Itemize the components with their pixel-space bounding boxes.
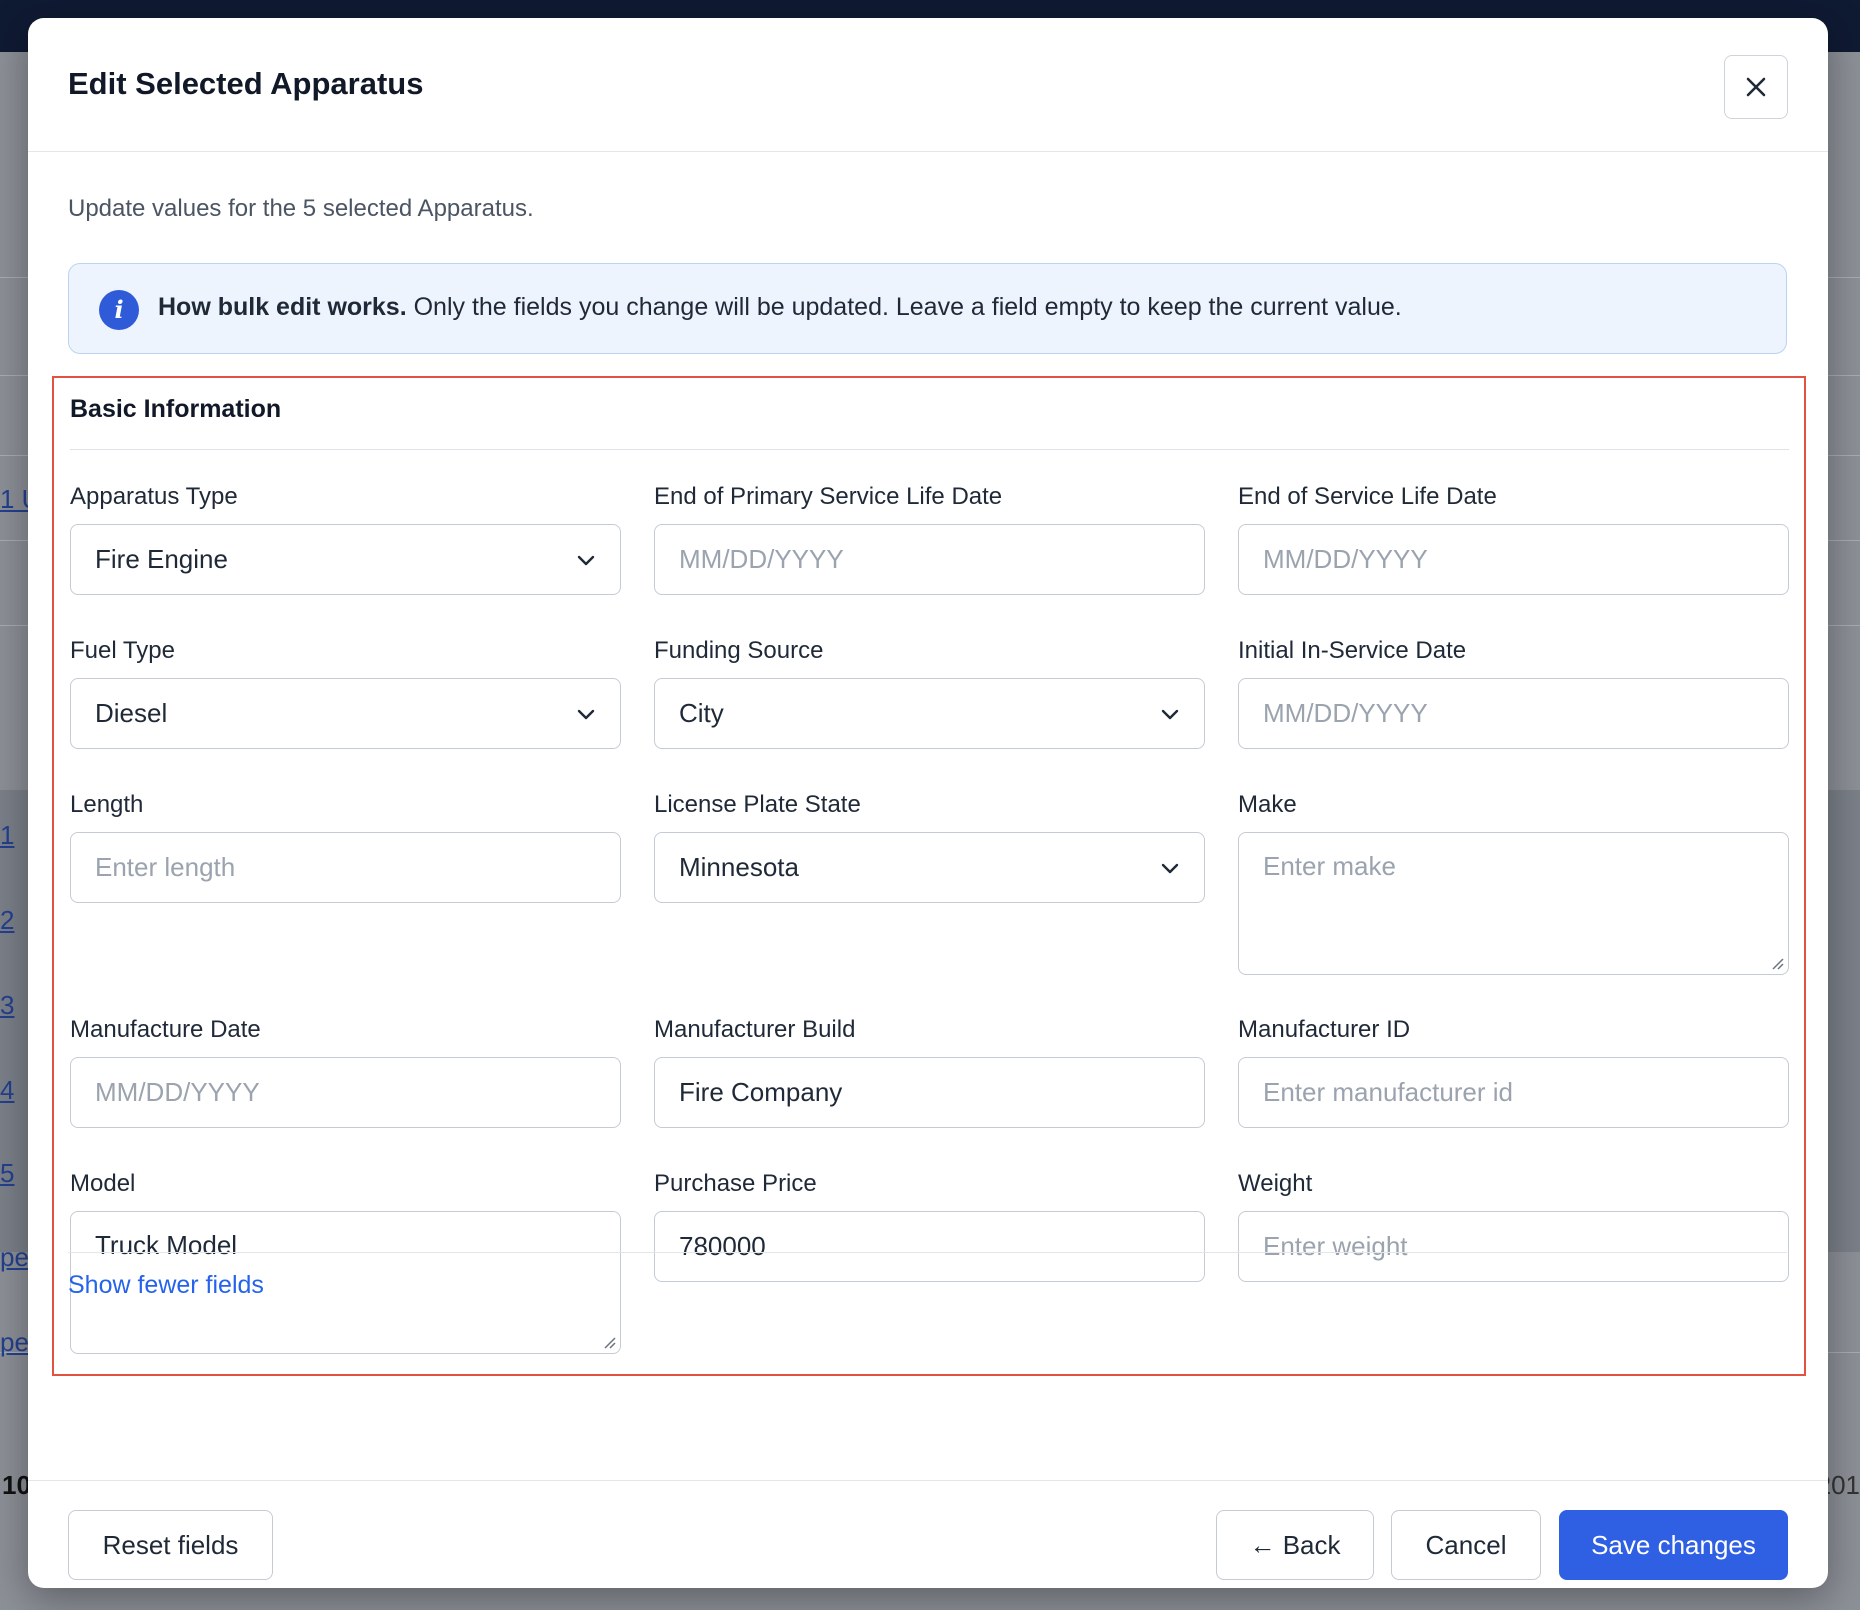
field-weight: Weight Enter weight bbox=[1238, 1169, 1789, 1282]
chevron-down-icon bbox=[577, 709, 595, 720]
fuel-type-select[interactable]: Diesel bbox=[70, 678, 621, 749]
edit-apparatus-modal: Edit Selected Apparatus Update values fo… bbox=[28, 18, 1828, 1588]
initial-in-service-date-input[interactable]: MM/DD/YYYY bbox=[1238, 678, 1789, 749]
input-placeholder: MM/DD/YYYY bbox=[95, 1077, 260, 1107]
field-label: Funding Source bbox=[654, 637, 824, 664]
show-fewer-fields-link[interactable]: Show fewer fields bbox=[68, 1271, 264, 1300]
info-banner-text: How bulk edit works. Only the fields you… bbox=[158, 293, 1402, 322]
field-end-primary-service-life-date: End of Primary Service Life Date MM/DD/Y… bbox=[654, 482, 1205, 595]
manufacture-date-input[interactable]: MM/DD/YYYY bbox=[70, 1057, 621, 1128]
modal-intro-text: Update values for the 5 selected Apparat… bbox=[68, 195, 534, 222]
background-row-link[interactable]: 4 bbox=[0, 1075, 14, 1106]
modal-body[interactable]: Update values for the 5 selected Apparat… bbox=[28, 153, 1828, 1480]
input-placeholder: MM/DD/YYYY bbox=[1263, 698, 1428, 728]
field-funding-source: Funding Source City bbox=[654, 636, 1205, 749]
input-placeholder: Enter manufacturer id bbox=[1263, 1077, 1514, 1107]
end-primary-service-life-date-input[interactable]: MM/DD/YYYY bbox=[654, 524, 1205, 595]
modal-header: Edit Selected Apparatus bbox=[28, 18, 1828, 152]
resize-handle-icon[interactable] bbox=[600, 1333, 616, 1349]
background-row-link[interactable]: 1 bbox=[0, 820, 14, 851]
field-manufacture-date: Manufacture Date MM/DD/YYYY bbox=[70, 1015, 621, 1128]
input-value: Fire Company bbox=[679, 1077, 843, 1107]
info-banner-title: How bulk edit works. bbox=[158, 293, 407, 321]
field-label: Purchase Price bbox=[654, 1170, 817, 1197]
cancel-button[interactable]: Cancel bbox=[1391, 1510, 1541, 1580]
funding-source-select[interactable]: City bbox=[654, 678, 1205, 749]
section-divider bbox=[70, 449, 1789, 450]
field-label: End of Primary Service Life Date bbox=[654, 483, 1003, 510]
weight-input[interactable]: Enter weight bbox=[1238, 1211, 1789, 1282]
field-purchase-price: Purchase Price 780000 bbox=[654, 1169, 1205, 1282]
field-label: Fuel Type bbox=[70, 637, 175, 664]
basic-information-section: Basic Information Apparatus Type Fire En… bbox=[52, 376, 1806, 1376]
input-value: 780000 bbox=[679, 1231, 766, 1261]
field-label: Weight bbox=[1238, 1170, 1313, 1197]
field-make: Make Enter make bbox=[1238, 790, 1789, 975]
select-value: Diesel bbox=[95, 698, 168, 728]
chevron-down-icon bbox=[577, 555, 595, 566]
apparatus-type-select[interactable]: Fire Engine bbox=[70, 524, 621, 595]
background-pagination-count: 10 bbox=[2, 1470, 31, 1500]
info-icon: i bbox=[99, 290, 139, 330]
field-manufacturer-build: Manufacturer Build Fire Company bbox=[654, 1015, 1205, 1128]
modal-footer: Reset fields ← Back Cancel Save changes bbox=[28, 1480, 1828, 1588]
field-length: Length Enter length bbox=[70, 790, 621, 903]
field-license-plate-state: License Plate State Minnesota bbox=[654, 790, 1205, 903]
field-label: Manufacture Date bbox=[70, 1016, 261, 1043]
field-label: Apparatus Type bbox=[70, 483, 238, 510]
input-placeholder: Enter make bbox=[1263, 851, 1396, 881]
field-label: Length bbox=[70, 791, 144, 818]
license-plate-state-select[interactable]: Minnesota bbox=[654, 832, 1205, 903]
field-manufacturer-id: Manufacturer ID Enter manufacturer id bbox=[1238, 1015, 1789, 1128]
info-banner-description: Only the fields you change will be updat… bbox=[413, 293, 1402, 321]
section-footer-divider bbox=[68, 1252, 1787, 1253]
manufacturer-build-input[interactable]: Fire Company bbox=[654, 1057, 1205, 1128]
info-banner: i How bulk edit works. Only the fields y… bbox=[68, 263, 1787, 354]
select-value: Fire Engine bbox=[95, 544, 228, 574]
purchase-price-input[interactable]: 780000 bbox=[654, 1211, 1205, 1282]
select-value: City bbox=[679, 698, 724, 728]
chevron-down-icon bbox=[1161, 863, 1179, 874]
section-title: Basic Information bbox=[70, 395, 282, 423]
background-row-link[interactable]: 3 bbox=[0, 990, 14, 1021]
input-placeholder: Enter length bbox=[95, 852, 236, 882]
save-changes-button[interactable]: Save changes bbox=[1559, 1510, 1788, 1580]
input-value: Truck Model bbox=[95, 1230, 238, 1260]
field-label: Manufacturer ID bbox=[1238, 1016, 1411, 1043]
input-placeholder: MM/DD/YYYY bbox=[679, 544, 844, 574]
background-row-link[interactable]: 5 bbox=[0, 1158, 14, 1189]
field-model: Model Truck Model bbox=[70, 1169, 621, 1354]
field-label: Model bbox=[70, 1170, 136, 1197]
field-label: Manufacturer Build bbox=[654, 1016, 856, 1043]
select-value: Minnesota bbox=[679, 852, 799, 882]
modal-title: Edit Selected Apparatus bbox=[68, 66, 424, 101]
field-apparatus-type: Apparatus Type Fire Engine bbox=[70, 482, 621, 595]
end-service-life-date-input[interactable]: MM/DD/YYYY bbox=[1238, 524, 1789, 595]
back-button[interactable]: ← Back bbox=[1216, 1510, 1374, 1580]
input-placeholder: Enter weight bbox=[1263, 1231, 1408, 1261]
length-input[interactable]: Enter length bbox=[70, 832, 621, 903]
close-button[interactable] bbox=[1724, 55, 1788, 119]
background-row-link[interactable]: 2 bbox=[0, 905, 14, 936]
field-label: Initial In-Service Date bbox=[1238, 637, 1467, 664]
field-end-service-life-date: End of Service Life Date MM/DD/YYYY bbox=[1238, 482, 1789, 595]
close-icon bbox=[1746, 77, 1766, 97]
field-label: License Plate State bbox=[654, 791, 861, 818]
resize-handle-icon[interactable] bbox=[1768, 954, 1784, 970]
field-label: Make bbox=[1238, 791, 1297, 818]
make-textarea[interactable]: Enter make bbox=[1238, 832, 1789, 975]
field-label: End of Service Life Date bbox=[1238, 483, 1497, 510]
reset-fields-button[interactable]: Reset fields bbox=[68, 1510, 273, 1580]
input-placeholder: MM/DD/YYYY bbox=[1263, 544, 1428, 574]
field-fuel-type: Fuel Type Diesel bbox=[70, 636, 621, 749]
field-initial-in-service-date: Initial In-Service Date MM/DD/YYYY bbox=[1238, 636, 1789, 749]
manufacturer-id-input[interactable]: Enter manufacturer id bbox=[1238, 1057, 1789, 1128]
chevron-down-icon bbox=[1161, 709, 1179, 720]
